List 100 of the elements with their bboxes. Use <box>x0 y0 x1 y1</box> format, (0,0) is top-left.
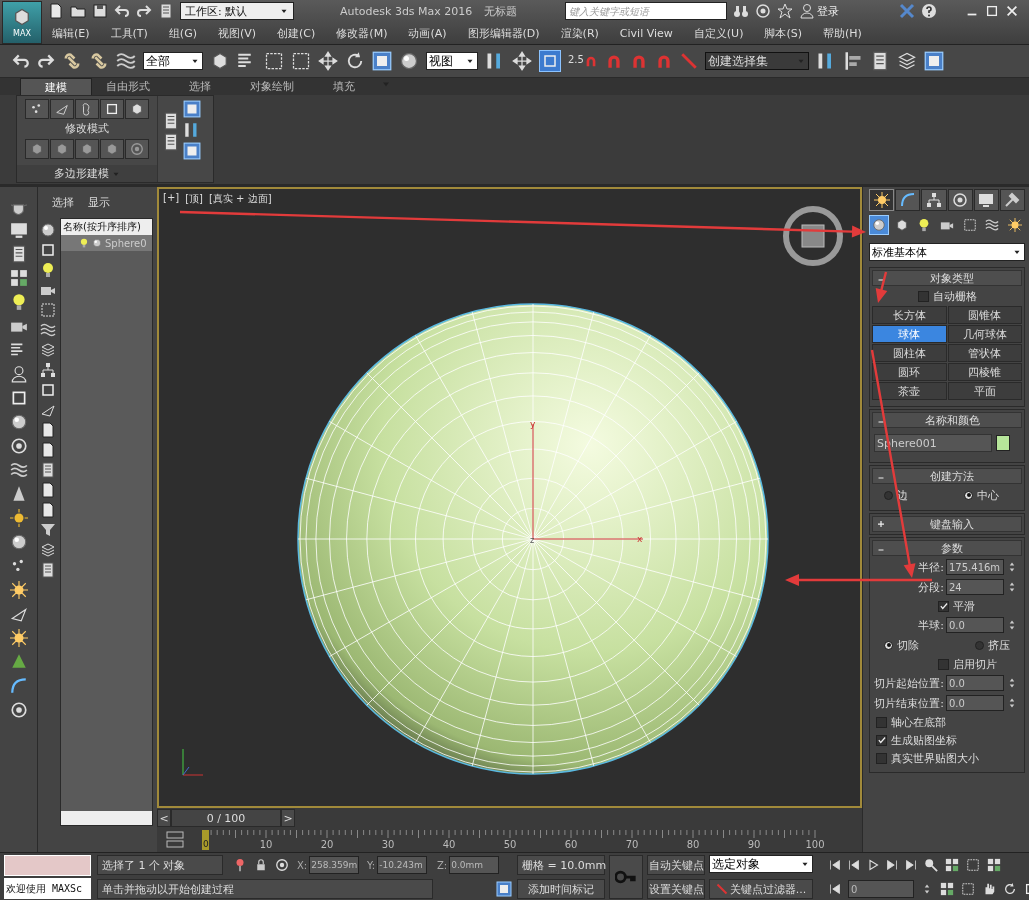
menu-item[interactable]: 工具(T) <box>110 25 148 41</box>
list-icon[interactable] <box>40 562 56 578</box>
selection-mode-button[interactable] <box>125 139 149 159</box>
lock-icon[interactable] <box>255 859 267 871</box>
link-icon[interactable] <box>62 51 82 71</box>
zoom-extents-all-icon[interactable] <box>987 858 1001 872</box>
next-frame-button[interactable]: > <box>281 809 295 827</box>
spinner-field[interactable]: 175.416m <box>946 559 1004 575</box>
radio-button[interactable] <box>884 640 893 650</box>
menu-item[interactable]: 动画(A) <box>408 25 447 41</box>
coordinate-field[interactable]: -10.243m <box>377 856 428 874</box>
zoom-all-icon[interactable] <box>945 858 959 872</box>
scale-icon[interactable] <box>372 51 392 71</box>
menu-item[interactable]: 自定义(U) <box>693 25 744 41</box>
radio-button[interactable] <box>884 490 893 500</box>
time-tag-icon[interactable] <box>496 881 512 897</box>
sphere-category-button[interactable] <box>869 215 889 235</box>
object-type-button[interactable]: 四棱锥 <box>947 363 1022 381</box>
undo-icon[interactable] <box>114 3 130 19</box>
stack-icon[interactable] <box>162 133 180 151</box>
menu-item[interactable]: 组(G) <box>168 25 197 41</box>
object-category-dropdown[interactable]: 标准基本体 <box>869 243 1025 261</box>
menu-item[interactable]: 图形编辑器(D) <box>467 25 540 41</box>
people-icon[interactable] <box>9 365 28 383</box>
project-folder-icon[interactable] <box>158 3 174 19</box>
close-icon[interactable] <box>1005 4 1019 18</box>
zoom-region-icon[interactable] <box>961 882 975 896</box>
warp-icon[interactable] <box>40 322 56 338</box>
menu-item[interactable]: 创建(C) <box>277 25 316 41</box>
unlink-icon[interactable] <box>89 51 109 71</box>
object-type-button[interactable]: 球体 <box>872 325 947 343</box>
redo-icon[interactable] <box>37 52 55 70</box>
menu-item[interactable]: Civil View <box>619 26 673 40</box>
coordinate-field[interactable]: 258.359m <box>309 856 360 874</box>
rotate-icon[interactable] <box>345 51 365 71</box>
texture-icon[interactable] <box>9 701 28 719</box>
sign-in-button[interactable]: 登录 <box>799 3 840 19</box>
binoculars-icon[interactable] <box>733 3 750 19</box>
plant-icon[interactable] <box>9 653 28 671</box>
object-type-button[interactable]: 长方体 <box>872 306 947 324</box>
object-type-button[interactable]: 管状体 <box>947 344 1022 362</box>
object-color-swatch[interactable] <box>996 435 1010 451</box>
sphere-drawing[interactable] <box>297 303 769 775</box>
ribbon-tab[interactable]: 建模 <box>20 78 92 95</box>
viewcube-drawing[interactable] <box>783 206 843 266</box>
column-header[interactable]: 名称(按升序排序) <box>61 219 152 235</box>
ribbon-tab[interactable]: 选择 <box>164 78 236 95</box>
explorer-menu-tab[interactable]: 选择 <box>52 195 74 210</box>
viewport-label[interactable]: [+] <box>163 192 180 206</box>
panel-footer-button[interactable]: 多边形建模 <box>17 165 157 182</box>
coordinate-field[interactable]: 0.0mm <box>449 856 500 874</box>
sun-icon[interactable] <box>9 509 28 527</box>
time-slider-thumb[interactable]: 0 / 100 <box>171 809 281 827</box>
current-frame-field[interactable]: 0 <box>848 880 914 898</box>
sphere-icon[interactable] <box>399 51 419 71</box>
go-to-start-icon[interactable] <box>829 859 841 871</box>
listener-input[interactable]: 欢迎使用 MAXSc <box>4 878 91 899</box>
add-time-tag-button[interactable]: 添加时间标记 <box>517 879 605 899</box>
workspace-dropdown[interactable]: 工作区: 默认 <box>180 2 294 20</box>
key-mode-icon[interactable] <box>829 883 841 895</box>
monitor-tab[interactable] <box>973 189 999 211</box>
object-type-button[interactable]: 平面 <box>947 382 1022 400</box>
sphere-icon[interactable] <box>9 533 28 551</box>
gear-category-button[interactable] <box>1005 215 1025 235</box>
spinner-field[interactable]: 24 <box>946 579 1004 595</box>
checkbox[interactable] <box>876 752 887 764</box>
rollout-header[interactable]: 键盘输入 <box>872 516 1022 532</box>
star-icon[interactable] <box>777 3 794 19</box>
menu-item[interactable]: 渲染(R) <box>560 25 599 41</box>
move-icon[interactable] <box>318 51 338 71</box>
layers-icon[interactable] <box>40 542 56 558</box>
reference-coordinate-dropdown[interactable]: 视图 <box>426 52 478 70</box>
menu-item[interactable]: 帮助(H) <box>823 25 862 41</box>
menu-item[interactable]: 编辑(E) <box>52 25 90 41</box>
dome-icon[interactable] <box>9 413 28 431</box>
select-object-icon[interactable] <box>210 51 230 71</box>
selection-mode-button[interactable] <box>50 139 74 159</box>
menu-item[interactable]: 脚本(S) <box>764 25 802 41</box>
auto-key-button[interactable]: 自动关键点 <box>647 855 705 875</box>
checkbox[interactable] <box>917 290 929 302</box>
new-file-icon[interactable] <box>48 3 64 19</box>
object-type-button[interactable]: 圆环 <box>872 363 947 381</box>
key-mode-dropdown[interactable]: 选定对象 <box>709 855 813 873</box>
menu-item[interactable]: 修改器(M) <box>336 25 388 41</box>
selection-mode-button[interactable] <box>75 139 99 159</box>
open-folder-icon[interactable] <box>70 3 86 19</box>
vertex-button[interactable] <box>25 99 49 119</box>
curve-tab[interactable] <box>895 189 921 211</box>
object-type-button[interactable]: 几何球体 <box>947 325 1022 343</box>
next-frame-icon[interactable] <box>886 859 898 871</box>
time-config-icon[interactable] <box>940 882 954 896</box>
hair-icon[interactable] <box>9 677 28 695</box>
track-bar-icon[interactable] <box>166 831 184 848</box>
application-button[interactable]: MAX <box>2 1 42 44</box>
target-tab[interactable] <box>947 189 973 211</box>
zoom-icon[interactable] <box>924 858 938 872</box>
horizontal-scrollbar[interactable] <box>61 811 152 825</box>
element-button[interactable] <box>125 99 149 119</box>
redo-icon[interactable] <box>136 3 152 19</box>
stack-icon[interactable] <box>162 112 180 130</box>
